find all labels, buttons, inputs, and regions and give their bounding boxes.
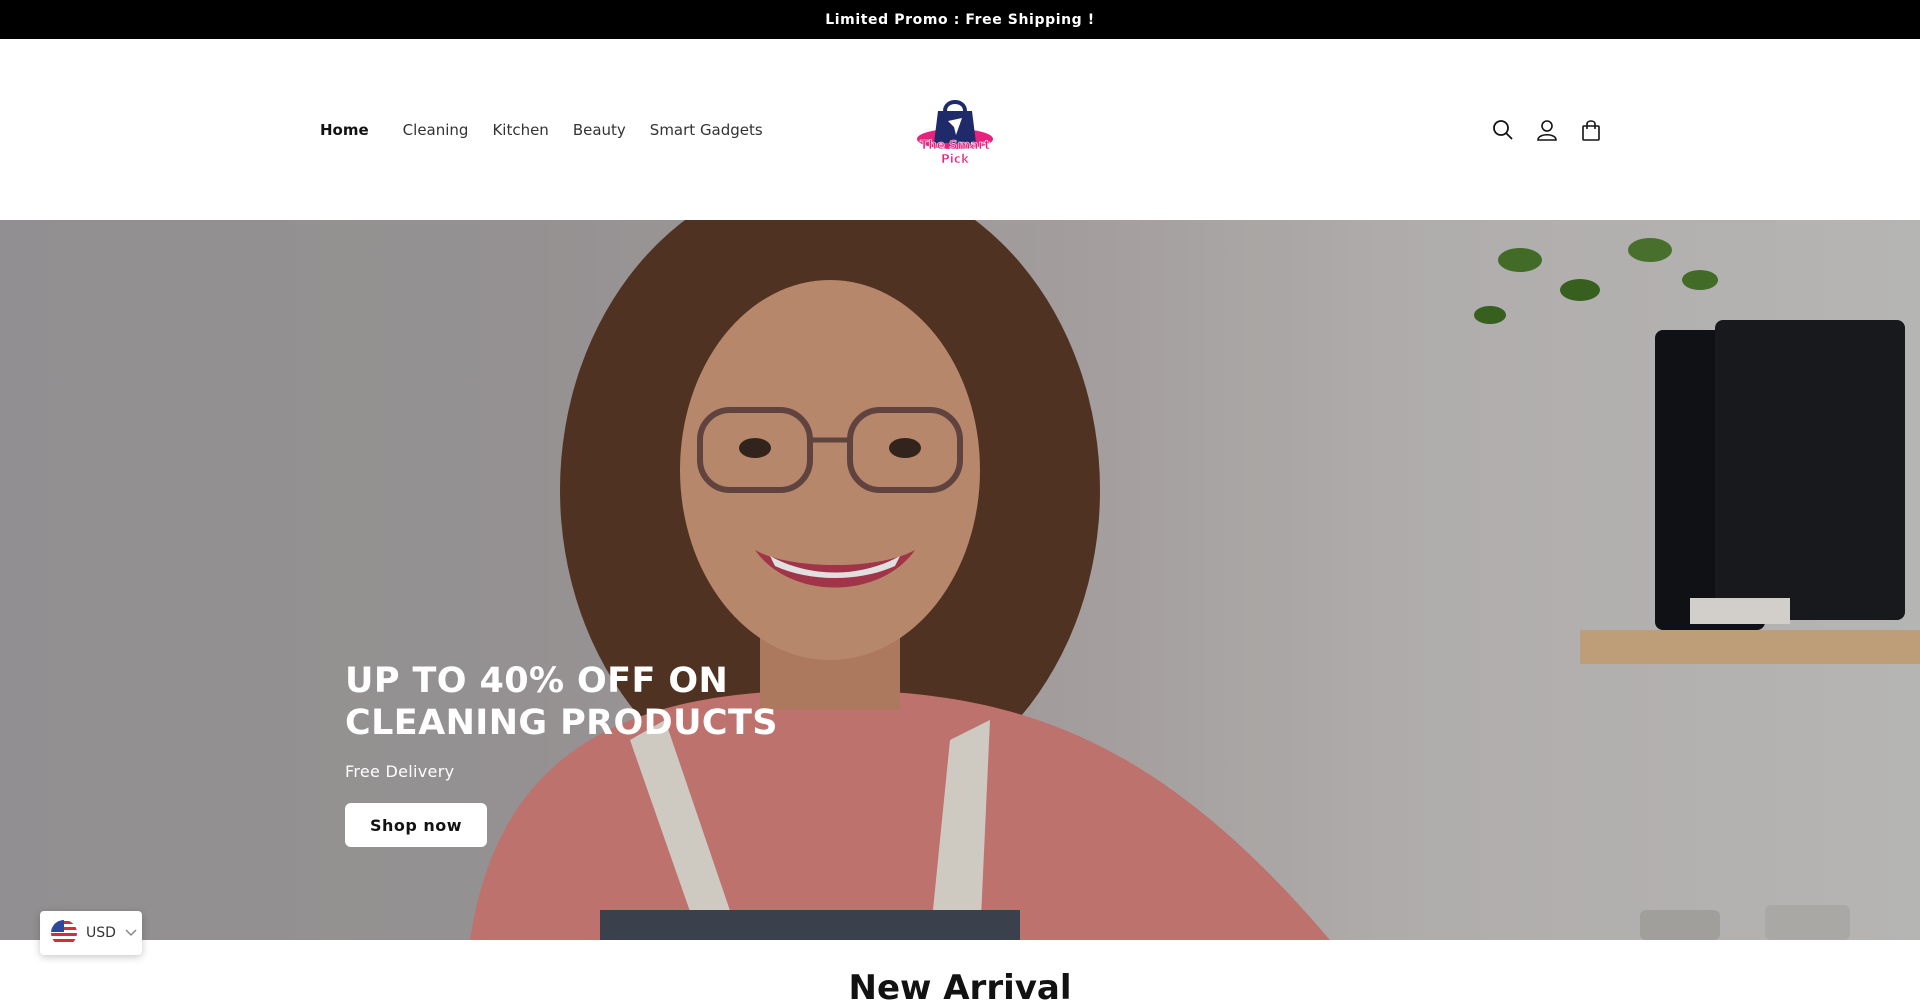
account-icon[interactable] bbox=[1532, 115, 1562, 145]
currency-selector[interactable]: USD bbox=[40, 911, 142, 955]
hero-content: UP TO 40% OFF ON CLEANING PRODUCTS Free … bbox=[345, 660, 865, 847]
hero-title-line2: CLEANING PRODUCTS bbox=[345, 703, 778, 743]
announcement-bar: Limited Promo : Free Shipping ! bbox=[0, 0, 1920, 39]
nav-item-cleaning[interactable]: Cleaning bbox=[403, 121, 469, 139]
announcement-text: Limited Promo : Free Shipping ! bbox=[825, 11, 1095, 28]
nav-item-beauty[interactable]: Beauty bbox=[573, 121, 626, 139]
site-header: Home Cleaning Kitchen Beauty Smart Gadge… bbox=[0, 39, 1920, 220]
hero-banner: UP TO 40% OFF ON CLEANING PRODUCTS Free … bbox=[0, 220, 1920, 940]
hero-title-line1: UP TO 40% OFF ON bbox=[345, 661, 729, 701]
us-flag-icon bbox=[51, 920, 77, 946]
chevron-down-icon bbox=[125, 929, 137, 937]
svg-text:The Smart: The Smart bbox=[920, 138, 990, 152]
logo[interactable]: The Smart Pick bbox=[912, 91, 998, 171]
nav-item-kitchen[interactable]: Kitchen bbox=[492, 121, 548, 139]
currency-code: USD bbox=[86, 925, 116, 941]
hero-image bbox=[0, 220, 1920, 940]
hero-title: UP TO 40% OFF ON CLEANING PRODUCTS bbox=[345, 660, 865, 744]
shop-now-button[interactable]: Shop now bbox=[345, 803, 487, 847]
main-nav: Home Cleaning Kitchen Beauty Smart Gadge… bbox=[320, 39, 787, 220]
hero-subtitle: Free Delivery bbox=[345, 762, 455, 781]
svg-text:Pick: Pick bbox=[941, 152, 970, 166]
logo-mark: The Smart Pick bbox=[917, 100, 993, 166]
nav-item-home[interactable]: Home bbox=[320, 121, 369, 139]
section-title: New Arrival bbox=[848, 968, 1072, 1008]
nav-item-smart-gadgets[interactable]: Smart Gadgets bbox=[650, 121, 763, 139]
search-icon[interactable] bbox=[1488, 115, 1518, 145]
cart-icon[interactable] bbox=[1576, 115, 1606, 145]
header-icons bbox=[1488, 39, 1620, 220]
